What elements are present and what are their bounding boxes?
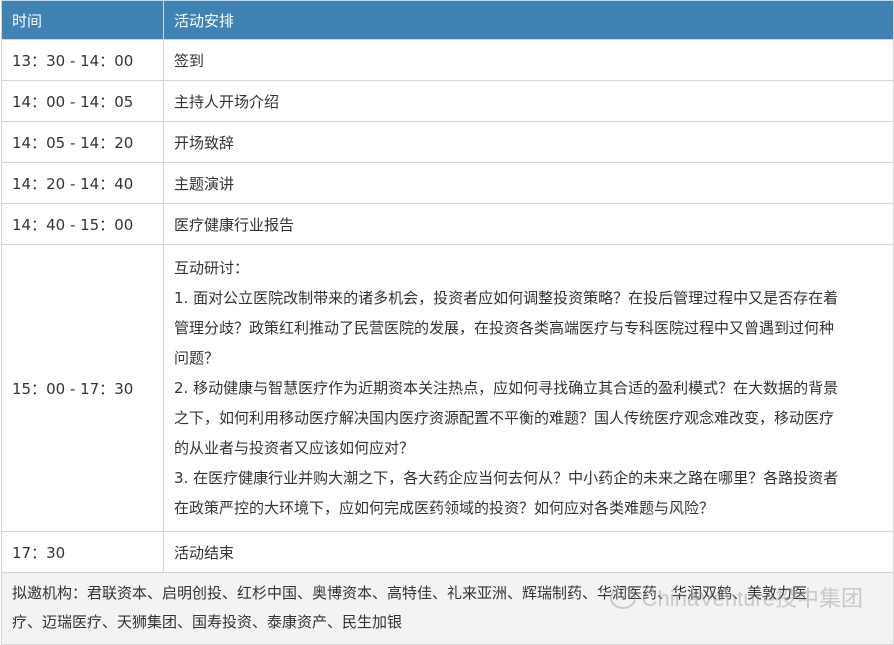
table-row: 14：40 - 15：00 医疗健康行业报告 [1, 203, 894, 245]
row-time: 14：00 - 14：05 [1, 80, 164, 122]
discussion-row: 15：00 - 17：30 互动研讨： 1. 面对公立医院改制带来的诸多机会，投… [1, 244, 894, 532]
invite-line: 疗、迈瑞医疗、天狮集团、国寿投资、泰康资产、民生加银 [12, 613, 403, 631]
table-row: 14：00 - 14：05 主持人开场介绍 [1, 80, 894, 122]
discussion-line: 在政策严控的大环境下，应如何完成医药领域的投资？如何应对各类难题与风险？ [174, 499, 715, 517]
discussion-content: 互动研讨： 1. 面对公立医院改制带来的诸多机会，投资者应如何调整投资策略？在投… [163, 244, 894, 532]
row-activity: 主持人开场介绍 [163, 80, 894, 122]
table-row: 13：30 - 14：00 签到 [1, 39, 894, 81]
end-activity: 活动结束 [163, 531, 894, 573]
table-row: 17：30 活动结束 [1, 531, 894, 573]
row-activity: 签到 [163, 39, 894, 81]
discussion-line: 2. 移动健康与智慧医疗作为近期资本关注热点，应如何寻找确立其合适的盈利模式？在… [174, 379, 839, 397]
row-time: 14：05 - 14：20 [1, 121, 164, 163]
invite-row: 拟邀机构：君联资本、启明创投、红杉中国、奥博资本、高特佳、礼来亚洲、辉瑞制药、华… [1, 572, 894, 645]
row-time: 14：40 - 15：00 [1, 203, 164, 245]
row-activity: 医疗健康行业报告 [163, 203, 894, 245]
header-time: 时间 [1, 0, 164, 40]
row-activity: 主题演讲 [163, 162, 894, 204]
discussion-line: 问题？ [174, 349, 220, 367]
discussion-line: 之下，如何利用移动医疗解决国内医疗资源配置不平衡的难题？国人传统医疗观念难改变，… [174, 409, 835, 427]
agenda-table: 时间 活动安排 13：30 - 14：00 签到 14：00 - 14：05 主… [1, 0, 894, 645]
table-row: 14：05 - 14：20 开场致辞 [1, 121, 894, 163]
invite-line: 拟邀机构：君联资本、启明创投、红杉中国、奥博资本、高特佳、礼来亚洲、辉瑞制药、华… [12, 584, 808, 602]
row-time: 14：20 - 14：40 [1, 162, 164, 204]
invite-cell: 拟邀机构：君联资本、启明创投、红杉中国、奥博资本、高特佳、礼来亚洲、辉瑞制药、华… [1, 572, 894, 645]
header-row: 时间 活动安排 [1, 0, 894, 40]
table-row: 14：20 - 14：40 主题演讲 [1, 162, 894, 204]
row-time: 13：30 - 14：00 [1, 39, 164, 81]
end-time: 17：30 [1, 531, 164, 573]
discussion-line: 管理分歧？政策红利推动了民营医院的发展，在投资各类高端医疗与专科医院过程中又曾遇… [174, 319, 835, 337]
discussion-line: 1. 面对公立医院改制带来的诸多机会，投资者应如何调整投资策略？在投后管理过程中… [174, 289, 839, 307]
discussion-line: 的从业者与投资者又应该如何应对？ [174, 439, 415, 457]
discussion-heading: 互动研讨： [174, 259, 250, 277]
row-activity: 开场致辞 [163, 121, 894, 163]
discussion-time: 15：00 - 17：30 [1, 244, 164, 532]
header-activity: 活动安排 [163, 0, 894, 40]
discussion-line: 3. 在医疗健康行业并购大潮之下，各大药企应当何去何从？中小药企的未来之路在哪里… [174, 469, 839, 487]
